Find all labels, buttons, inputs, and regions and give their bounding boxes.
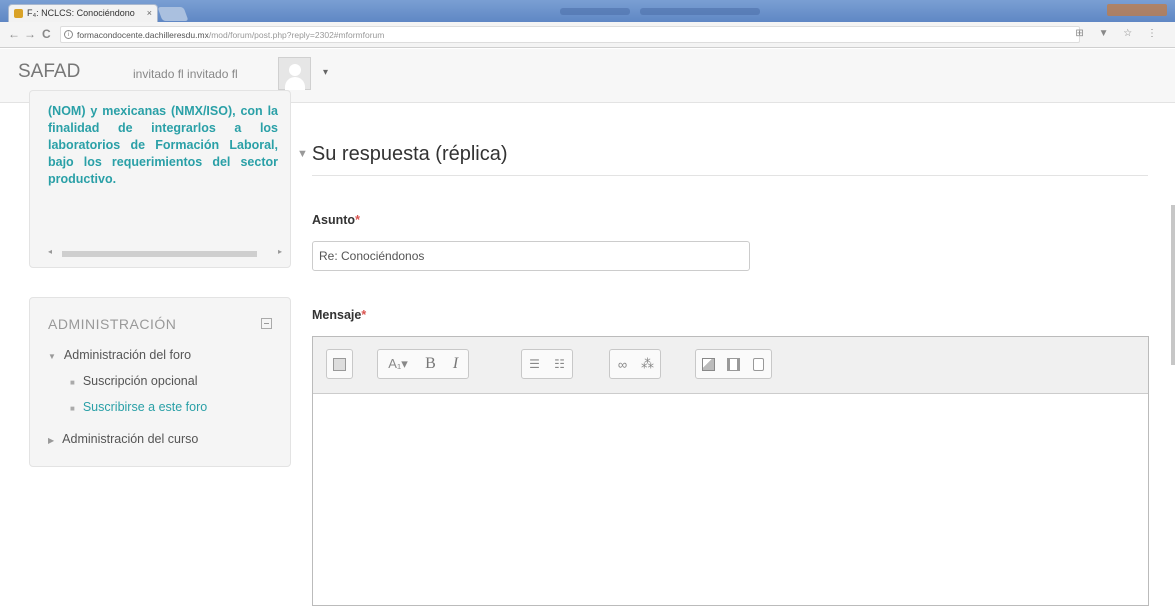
browser-titlebar: F₄: NCLCS: Conociéndono × (0, 0, 1175, 22)
user-name[interactable]: invitado fl invitado fl (133, 67, 238, 81)
unlink-icon: ⁂ (641, 356, 654, 371)
reply-section-heading[interactable]: ▼ Su respuesta (réplica) (297, 143, 508, 166)
manage-files-button[interactable] (746, 350, 771, 378)
url-path: /mod/forum/post.php?reply=2302#mformforu… (208, 30, 385, 40)
text-style-icon: A₁▾ (388, 356, 408, 371)
required-mark: * (361, 308, 367, 322)
favicon-icon (14, 9, 23, 18)
scrollbar-thumb[interactable] (62, 251, 257, 257)
summary-text: (NOM) y mexicanas (NMX/ISO), con la fina… (48, 104, 278, 186)
info-icon[interactable]: i (64, 30, 73, 39)
toolbar-group (695, 349, 772, 379)
browser-toolbar-icons[interactable]: ⊞ ▼ ☆ ⋮ (1075, 28, 1163, 39)
avatar[interactable] (278, 57, 311, 90)
window-controls[interactable] (1107, 4, 1167, 16)
window-title-blur (560, 8, 630, 15)
block-title: ADMINISTRACIÓN (48, 316, 177, 332)
bold-icon: B (425, 355, 436, 372)
required-mark: * (355, 213, 360, 227)
toolbar-group: A₁▾ B I (377, 349, 469, 379)
toolbar-group: ∞ ⁂ (609, 349, 661, 379)
page-scrollbar[interactable] (1171, 205, 1175, 365)
tree-item-label: Suscripción opcional (82, 374, 198, 388)
text-style-button[interactable]: A₁▾ (378, 350, 418, 378)
unlink-button[interactable]: ⁂ (635, 350, 660, 378)
clipboard-icon (753, 357, 764, 371)
url-input[interactable]: i formacondocente.dachilleresdu.mx/mod/f… (60, 26, 1080, 43)
expanded-arrow-icon: ▼ (48, 352, 56, 361)
new-tab-button[interactable] (157, 7, 189, 21)
media-button[interactable] (721, 350, 746, 378)
bullet-icon: ■ (70, 404, 75, 413)
tree-item-label: Administración del curso (62, 432, 199, 446)
tree-item-label: Administración del foro (63, 348, 192, 362)
course-summary-block: (NOM) y mexicanas (NMX/ISO), con la fina… (29, 90, 291, 268)
bullet-icon: ■ (70, 378, 75, 387)
subject-label: Asunto* (312, 213, 360, 227)
scroll-right-icon[interactable]: ▸ (278, 247, 282, 256)
editor-toolbar: A₁▾ B I ☰ ☷ ∞ ⁂ (313, 337, 1148, 394)
reload-icon[interactable]: C (42, 27, 51, 41)
bold-button[interactable]: B (418, 350, 443, 378)
message-editor: A₁▾ B I ☰ ☷ ∞ ⁂ (312, 336, 1149, 606)
italic-button[interactable]: I (443, 350, 468, 378)
message-label: Mensaje* (312, 308, 366, 322)
subject-input[interactable] (312, 241, 750, 271)
link-button[interactable]: ∞ (610, 350, 635, 378)
toolbar-group (326, 349, 353, 379)
link-icon: ∞ (617, 356, 628, 372)
unordered-list-button[interactable]: ☰ (522, 350, 547, 378)
tree-item-subscribe[interactable]: ■ Suscribirse a este foro (70, 400, 207, 414)
address-bar: ← → C i formacondocente.dachilleresdu.mx… (0, 22, 1175, 48)
horizontal-scrollbar[interactable]: ◂ ▸ (48, 247, 288, 259)
back-icon[interactable]: ← (8, 27, 20, 41)
toolbar-group: ☰ ☷ (521, 349, 573, 379)
site-brand[interactable]: SAFAD (18, 61, 80, 83)
reply-heading-text: Su respuesta (réplica) (311, 143, 508, 165)
url-host: formacondocente.dachilleresdu.mx (77, 30, 209, 40)
scroll-left-icon[interactable]: ◂ (48, 247, 52, 256)
collapsed-arrow-icon: ▶ (48, 436, 55, 445)
unordered-list-icon: ☰ (529, 357, 540, 371)
italic-icon: I (452, 355, 459, 372)
ordered-list-icon: ☷ (554, 357, 565, 371)
image-button[interactable] (696, 350, 721, 378)
chevron-down-icon[interactable]: ▼ (297, 148, 308, 160)
toolbar-toggle-button[interactable] (327, 350, 352, 378)
collapse-block-icon[interactable] (261, 318, 272, 329)
image-icon (702, 357, 715, 371)
tree-item-course-admin[interactable]: ▶ Administración del curso (48, 432, 198, 446)
toolbar-toggle-icon (333, 357, 346, 371)
browser-tab[interactable]: F₄: NCLCS: Conociéndono × (8, 4, 158, 22)
message-label-text: Mensaje (312, 308, 362, 322)
administration-block: ADMINISTRACIÓN ▼ Administración del foro … (29, 297, 291, 467)
media-icon (727, 357, 740, 371)
tree-item-label[interactable]: Suscribirse a este foro (83, 400, 207, 414)
window-title-blur (640, 8, 760, 15)
tree-item-optional-subscription: ■ Suscripción opcional (70, 374, 198, 388)
tab-title: F₄: NCLCS: Conociéndono (27, 8, 135, 18)
close-tab-icon[interactable]: × (147, 8, 152, 18)
subject-label-text: Asunto (312, 213, 356, 227)
section-divider (312, 175, 1148, 176)
chevron-down-icon[interactable]: ▾ (323, 67, 328, 78)
message-textarea[interactable] (313, 394, 1148, 604)
ordered-list-button[interactable]: ☷ (547, 350, 572, 378)
tree-item-forum-admin[interactable]: ▼ Administración del foro (48, 348, 191, 362)
forward-icon[interactable]: → (24, 27, 36, 41)
